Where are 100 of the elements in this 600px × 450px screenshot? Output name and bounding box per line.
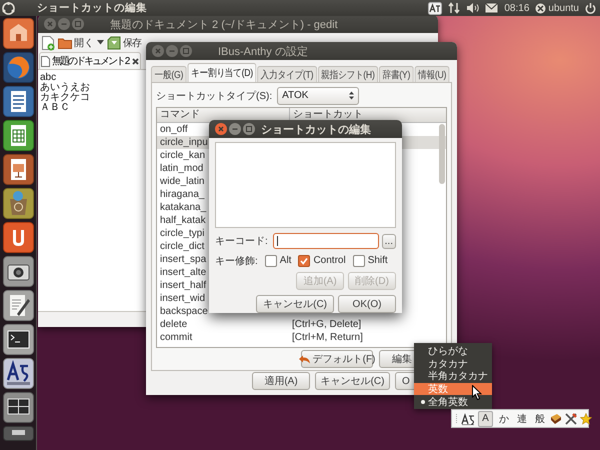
table-cell-text: insert_alte [159,266,206,279]
document-tab[interactable]: 無題のドキュメント 2 [39,52,142,69]
save-icon [107,36,121,50]
undo-arrow-icon [298,354,310,364]
table-cell-text: delete [159,318,188,331]
mail-icon[interactable] [485,3,498,13]
document-icon[interactable] [2,86,34,117]
close-button[interactable] [215,123,227,135]
browser-icon[interactable] [2,52,34,83]
minimize-button[interactable] [229,123,241,135]
terminal-icon[interactable] [2,324,34,355]
grip-handle-icon[interactable] [455,412,458,424]
field-label: キー修飾: [215,254,258,268]
network-icon[interactable] [448,2,460,14]
power-icon[interactable] [585,2,596,14]
new-document-icon[interactable] [41,34,55,50]
table-cell-text: circle_kan [159,149,206,162]
text-line: abc [40,73,56,83]
workspace-switcher-icon[interactable] [2,392,34,423]
input-method-icon[interactable] [428,2,442,14]
close-icon[interactable] [132,58,140,64]
file-icon [41,56,50,66]
maximize-icon [183,48,189,54]
table-cell-text: wide_latin [159,175,204,188]
open-button[interactable]: 開く [58,36,94,50]
close-icon [218,126,224,132]
text-line: あいうえお [40,83,90,93]
ubuntu-logo-icon[interactable] [2,2,15,14]
minimize-icon [170,50,174,52]
tools-icon[interactable] [565,412,577,424]
tab[interactable]: 情報(U) [414,66,450,82]
modifier-checkbox[interactable]: Alt [264,254,292,267]
spreadsheet-icon[interactable] [2,120,34,151]
tab[interactable]: 親指シフト(H) [318,66,378,82]
table-cell-text: commit [159,331,192,344]
save-button[interactable]: 保存 [107,36,141,50]
spinner-arrows-icon [349,91,354,100]
maximize-button[interactable] [243,123,255,135]
tab[interactable]: キー割り当て(D) [188,63,256,82]
mode-button[interactable]: か [496,410,511,426]
close-icon [155,48,161,54]
tab[interactable]: 辞書(Y) [378,66,414,82]
table-cell-text: half_katak [159,214,206,227]
table-cell-text: circle_inpu [159,136,208,149]
home-folder-icon[interactable] [2,18,34,49]
folder-icon [58,36,72,48]
table-row[interactable]: commit [Ctrl+M, Return] [157,331,446,344]
browse-button[interactable]: ... [382,234,396,249]
star-icon[interactable] [580,412,592,424]
field-label: キーコード: [215,235,268,248]
table-cell-text: [Ctrl+M, Return] [291,331,363,344]
default-button[interactable]: デフォルト(F) [301,350,373,368]
modifier-checkbox[interactable]: Shift [352,254,388,267]
input-method-icon[interactable] [461,412,475,424]
table-row[interactable]: delete [Ctrl+G, Delete] [157,318,446,331]
user-name[interactable]: ubuntu [548,2,579,14]
u-letter-icon[interactable] [2,222,34,253]
table-cell-text: [Ctrl+G, Delete] [291,318,362,331]
table-cell-text: backspace [159,305,208,318]
cancel-button[interactable]: キャンセル(C) [256,295,334,313]
window-title: IBus-Anthy の設定 [218,44,308,58]
mode-button[interactable]: A [478,410,493,426]
minimize-icon [62,24,66,25]
shortcut-type-dropdown[interactable]: ATOK [277,86,360,104]
minimize-icon [232,128,238,130]
checkmark-icon [300,258,308,264]
menu-item[interactable]: 半角カタカナ [414,370,492,383]
table-cell-text: latin_mod [159,162,204,175]
clock[interactable]: 08:16 [504,2,530,14]
shopping-bag-icon[interactable] [2,188,34,219]
caret-icon[interactable] [97,40,104,45]
window-title: 無題のドキュメント 2 (~/ドキュメント) - gedit [110,18,338,32]
text-line: カキクケコ [40,93,90,103]
camera-icon[interactable] [2,256,34,287]
window-title: ショートカットの編集 [261,122,371,136]
tab[interactable]: 入力タイプ(T) [257,66,317,82]
keyboard-input-icon[interactable] [2,358,34,389]
modifier-checkbox[interactable]: Control [298,254,346,267]
dictionary-book-icon[interactable] [550,412,562,424]
text-line: ＡＢＣ [40,103,70,113]
apply-button[interactable]: 適用(A) [252,372,310,390]
mouse-pointer-icon [472,385,482,400]
mode-button[interactable]: 般 [532,410,547,426]
keycode-field[interactable] [272,233,379,250]
menu-item[interactable]: 全角英数 [414,395,492,408]
table-cell-text: circle_typi [159,227,204,240]
scrollbar-thumb[interactable] [439,124,445,184]
presentation-icon[interactable] [2,154,34,185]
maximize-icon [246,126,252,132]
close-icon [47,21,53,27]
cancel-button[interactable]: キャンセル(C) [315,372,390,390]
mode-button[interactable]: 連 [514,410,529,426]
window-title: ショートカットの編集 [37,1,147,15]
tab[interactable]: 一般(G) [151,66,187,82]
volume-icon[interactable] [466,2,480,14]
text-editor-icon[interactable] [2,290,34,321]
maximize-icon [75,21,81,27]
table-cell-text: katakana_ [159,201,206,214]
column-header[interactable]: コマンド [157,108,200,122]
ok-button[interactable]: OK(O) [338,295,396,313]
